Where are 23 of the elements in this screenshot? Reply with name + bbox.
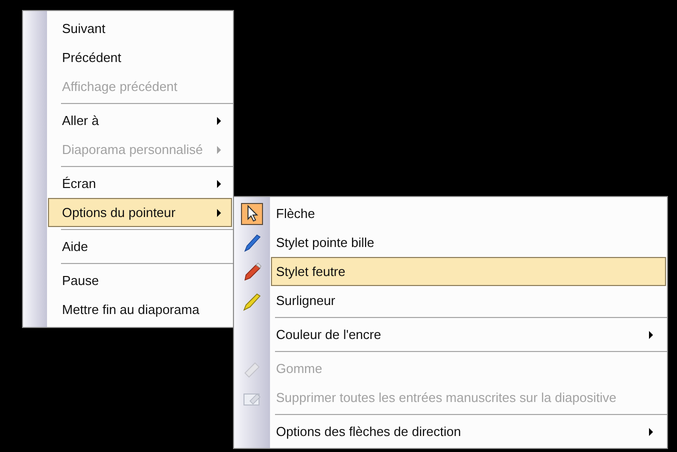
menu-item[interactable]: Stylet feutre [271, 257, 666, 286]
submenu-arrow-icon [649, 428, 653, 436]
menu-item[interactable]: Suivant [48, 14, 232, 43]
submenu-arrow-icon [217, 208, 221, 216]
menu-item[interactable]: Écran [48, 169, 232, 198]
menu-item[interactable]: Flèche [271, 199, 666, 228]
menu-item[interactable]: Surligneur [271, 286, 666, 315]
submenu-arrow-icon [217, 146, 221, 154]
menu-item[interactable]: Aide [48, 232, 232, 261]
submenu-arrow-icon [649, 330, 653, 338]
menu-item[interactable]: Stylet pointe bille [271, 228, 666, 257]
submenu-arrow-icon [217, 116, 221, 124]
menu-item[interactable]: Options du pointeur [48, 198, 232, 227]
highlighter-icon [242, 290, 262, 310]
submenu-arrow-icon [217, 180, 221, 188]
pen-icon [242, 232, 262, 252]
menu-item[interactable]: Précédent [48, 43, 232, 72]
menu-item[interactable]: Pause [48, 266, 232, 295]
menu-item[interactable]: Mettre fin au diaporama [48, 295, 232, 324]
menu-item[interactable]: Couleur de l'encre [271, 320, 666, 349]
menu-item[interactable]: Options des flèches de direction [271, 417, 666, 446]
menu-item[interactable]: Aller à [48, 106, 232, 135]
marker-icon [242, 262, 262, 282]
